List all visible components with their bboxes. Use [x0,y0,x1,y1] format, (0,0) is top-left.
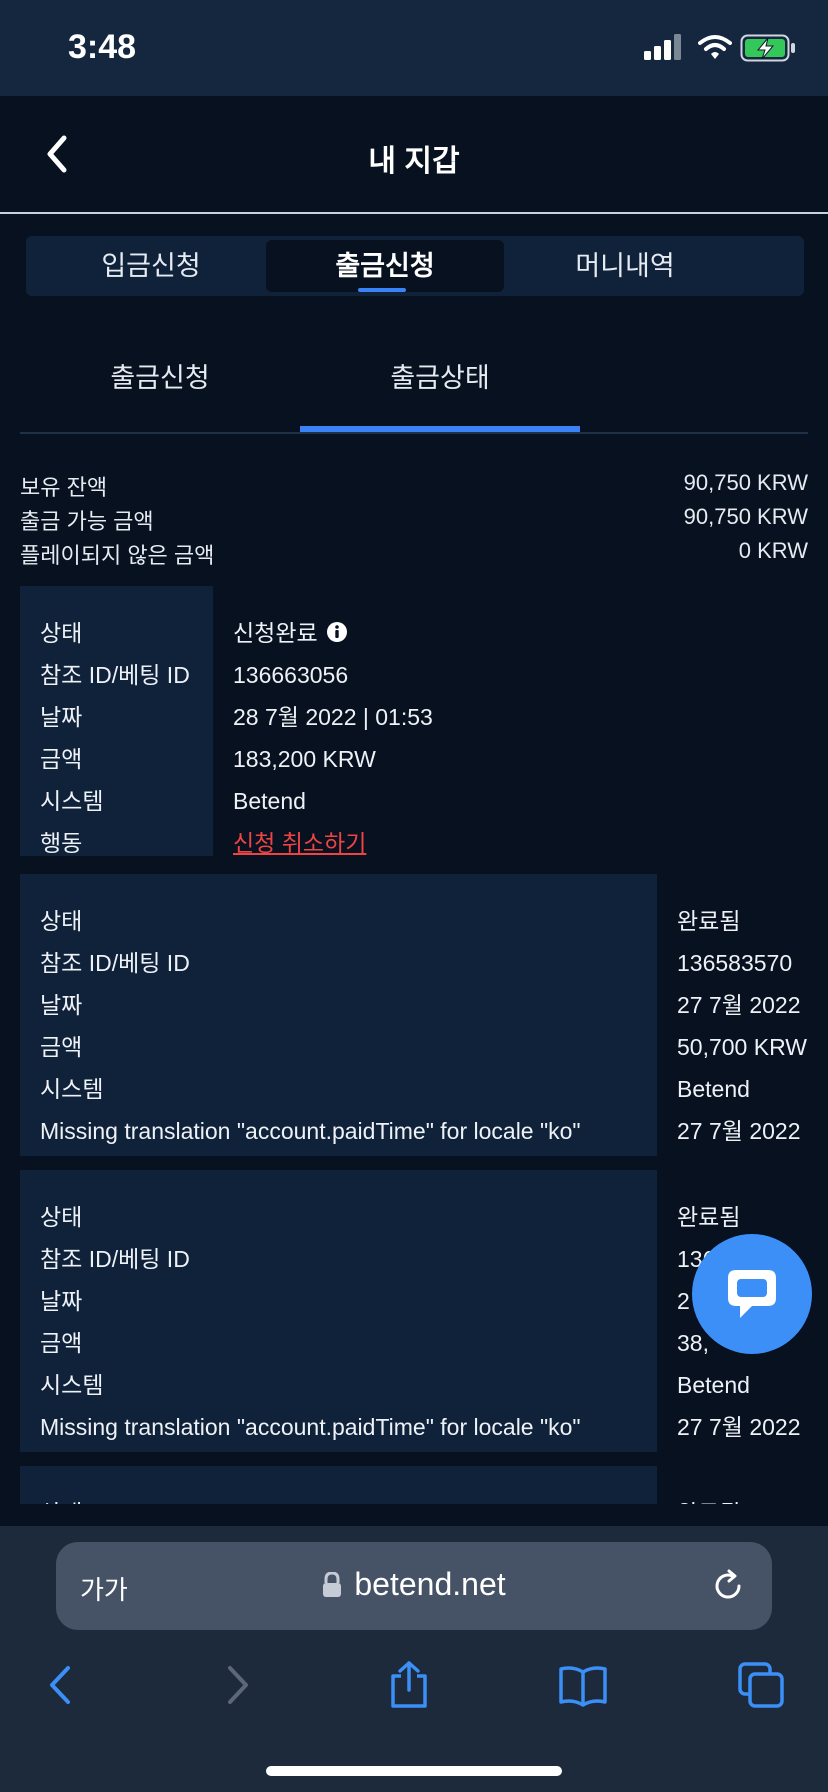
value-action: 신청 취소하기 [233,822,433,864]
active-tab-underline [358,288,406,292]
tab-money-history[interactable]: 머니내역 [506,240,744,292]
info-icon[interactable] [326,621,348,643]
label-status: 상태 [40,620,83,646]
browser-back-button[interactable] [36,1660,86,1710]
card-values: 완료됨 136583570 27 7월 2022 50,700 KRW Bete… [677,900,827,1152]
card-labels: 상태 참조 ID/베팅 ID 날짜 금액 시스템 Missing transla… [20,1170,657,1452]
card-labels: 상태 [20,1466,657,1504]
wallet-header: 내 지갑 [0,96,828,214]
tab-label: 출금신청 [335,251,435,281]
home-indicator [266,1766,562,1776]
withdrawal-list[interactable]: 상태 참조 ID/베팅 ID 날짜 금액 시스템 행동 신청완료 1366630… [0,580,828,1504]
label-date: 날짜 [40,704,83,730]
tab-withdraw[interactable]: 출금신청 [266,240,504,292]
card-values: 완료됨 [677,1492,827,1504]
browser-toolbar: 가가 betend.net [0,1526,828,1792]
withdrawal-history-card: 상태 완료됨 [20,1466,828,1504]
address-bar[interactable]: 가가 betend.net [56,1542,772,1630]
sub-tab-withdraw-status[interactable]: 출금상태 [300,356,580,395]
cancel-request-link[interactable]: 신청 취소하기 [233,830,366,856]
balance-label: 보유 잔액 [20,475,108,500]
value-system: Betend [677,1372,750,1398]
page-title: 내 지갑 [368,145,460,178]
chat-bubble-icon [728,1270,776,1318]
tab-label: 머니내역 [575,251,675,281]
value-date: 28 7월 2022 | 01:53 [233,704,433,730]
live-chat-button[interactable] [692,1234,812,1354]
withdrawal-history-card: 상태 참조 ID/베팅 ID 날짜 금액 시스템 Missing transla… [20,874,828,1156]
label-system: 시스템 [40,788,104,814]
balance-value: 0 KRW [738,538,808,563]
book-icon [559,1666,607,1707]
battery-charging-icon [740,34,795,62]
browser-forward-button[interactable] [212,1660,262,1710]
share-button[interactable] [384,1660,434,1710]
chevron-right-icon [228,1666,248,1704]
card-values: 신청완료 136663056 28 7월 2022 | 01:53 183,20… [233,612,433,864]
tab-deposit[interactable]: 입금신청 [32,240,270,292]
wifi-icon [698,35,732,59]
url-display: betend.net [56,1566,772,1603]
value-reference-id: 136583570 [677,950,793,976]
label-date: 날짜 [40,1288,83,1314]
label-reference-id: 참조 ID/베팅 ID [40,662,190,688]
lock-icon [323,1572,342,1597]
label-amount: 금액 [40,1034,83,1060]
card-labels: 상태 참조 ID/베팅 ID 날짜 금액 시스템 행동 [20,586,213,856]
status-bar: 3:48 [0,0,828,96]
value-system: Betend [677,1076,750,1102]
value-system: Betend [233,788,306,814]
balance-value: 90,750 KRW [683,504,808,529]
value-amount: 183,200 KRW [233,746,376,772]
label-status: 상태 [40,908,83,934]
balance-row-unplayed: 플레이되지 않은 금액 0 KRW [20,538,808,572]
label-status: 상태 [40,1492,637,1504]
pending-withdrawal-card: 상태 참조 ID/베팅 ID 날짜 금액 시스템 행동 신청완료 1366630… [20,586,808,856]
reload-icon [715,1569,741,1599]
label-status: 상태 [40,1204,83,1230]
balance-row-withdrawable: 출금 가능 금액 90,750 KRW [20,504,808,538]
label-amount: 금액 [40,1330,83,1356]
share-icon [391,1661,427,1708]
label-paid-time: Missing translation "account.paidTime" f… [40,1118,581,1144]
label-reference-id: 참조 ID/베팅 ID [40,1246,190,1272]
tab-label: 입금신청 [101,251,201,281]
balance-label: 출금 가능 금액 [20,509,154,534]
reload-button[interactable] [710,1568,746,1609]
chevron-left-icon [50,1666,70,1704]
value-paid-time: 27 7월 2022 [677,1118,801,1144]
balance-value: 90,750 KRW [683,470,808,495]
label-reference-id: 참조 ID/베팅 ID [40,950,190,976]
status-time: 3:48 [68,28,137,66]
label-system: 시스템 [40,1372,104,1398]
value-status: 완료됨 [677,908,741,934]
value-amount: 50,700 KRW [677,1034,807,1060]
value-paid-time: 27 7월 2022 [677,1414,801,1440]
balance-label: 플레이되지 않은 금액 [20,543,215,568]
sub-tab-withdraw-request[interactable]: 출금신청 [20,356,300,395]
sub-tab-indicator [300,426,580,432]
card-labels: 상태 참조 ID/베팅 ID 날짜 금액 시스템 Missing transla… [20,874,657,1156]
value-status: 신청완료 [233,612,433,654]
balance-summary: 보유 잔액 90,750 KRW 출금 가능 금액 90,750 KRW 플레이… [20,470,808,572]
label-action: 행동 [40,830,83,856]
url-text: betend.net [354,1566,506,1602]
withdraw-sub-tabs: 출금신청 출금상태 [20,330,808,434]
label-paid-time: Missing translation "account.paidTime" f… [40,1414,581,1440]
tabs-icon [738,1662,784,1708]
value-reference-id: 136663056 [233,662,349,688]
label-amount: 금액 [40,746,83,772]
balance-row-held: 보유 잔액 90,750 KRW [20,470,808,504]
value-status: 완료됨 [677,1492,827,1504]
bookmarks-button[interactable] [558,1660,608,1710]
label-date: 날짜 [40,992,83,1018]
cellular-signal-icon [644,34,681,60]
wallet-tabs: 입금신청 출금신청 머니내역 [26,236,804,296]
value-status: 완료됨 [677,1204,741,1230]
tabs-button[interactable] [736,1660,786,1710]
value-date: 27 7월 2022 [677,992,801,1018]
label-system: 시스템 [40,1076,104,1102]
status-text: 신청완료 [233,620,318,646]
